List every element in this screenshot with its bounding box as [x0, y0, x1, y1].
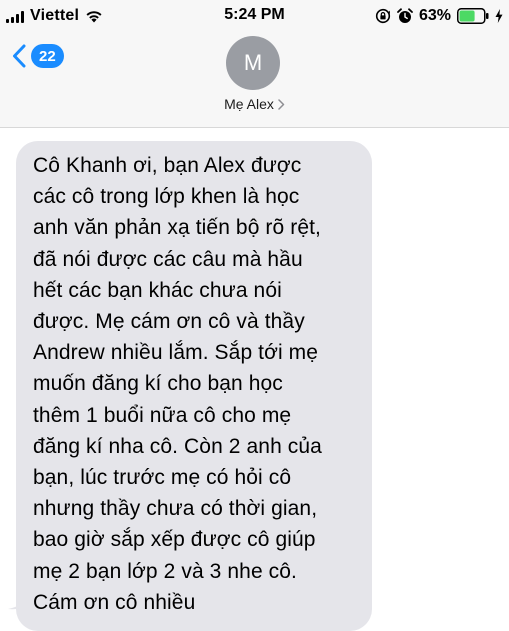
battery-icon [457, 8, 489, 24]
contact-avatar[interactable]: M [226, 36, 280, 90]
bubble-tail [8, 590, 30, 610]
navigation-header: Viettel 5:24 PM 63% 22 M Mẹ Alex [0, 0, 509, 128]
message-text: Cô Khanh ơi, bạn Alex được các cô trong … [33, 154, 322, 614]
unread-count-badge: 22 [31, 44, 64, 68]
message-thread[interactable]: Cô Khanh ơi, bạn Alex được các cô trong … [0, 129, 509, 631]
battery-percentage: 63% [418, 7, 451, 24]
contact-info-button[interactable]: Mẹ Alex [0, 96, 509, 112]
chevron-left-icon [13, 44, 26, 68]
incoming-message-bubble[interactable]: Cô Khanh ơi, bạn Alex được các cô trong … [16, 141, 372, 631]
status-right: 63% [375, 6, 503, 26]
alarm-icon [397, 8, 413, 23]
charging-bolt-icon [495, 9, 503, 23]
chevron-right-icon [278, 98, 285, 110]
contact-name: Mẹ Alex [224, 96, 274, 112]
rotation-lock-icon [375, 8, 391, 24]
back-button[interactable]: 22 [12, 42, 64, 70]
status-bar: Viettel 5:24 PM 63% [0, 0, 509, 32]
